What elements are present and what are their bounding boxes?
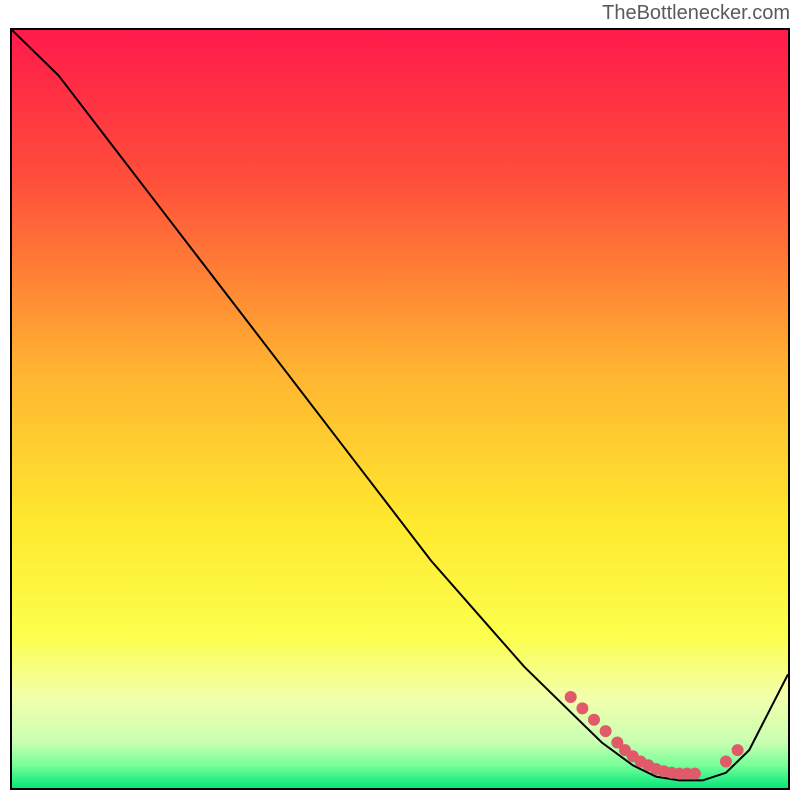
marker-dot: [576, 702, 588, 714]
curve-layer: [12, 30, 788, 788]
marker-dot: [689, 768, 701, 780]
bottleneck-curve: [12, 30, 788, 780]
chart-container: TheBottlenecker.com: [0, 0, 800, 800]
marker-dot: [720, 756, 732, 768]
highlight-dots: [565, 691, 744, 780]
marker-dot: [565, 691, 577, 703]
marker-dot: [600, 725, 612, 737]
marker-dot: [588, 714, 600, 726]
plot-area: [10, 28, 790, 790]
marker-dot: [732, 744, 744, 756]
attribution-text: TheBottlenecker.com: [602, 2, 790, 25]
